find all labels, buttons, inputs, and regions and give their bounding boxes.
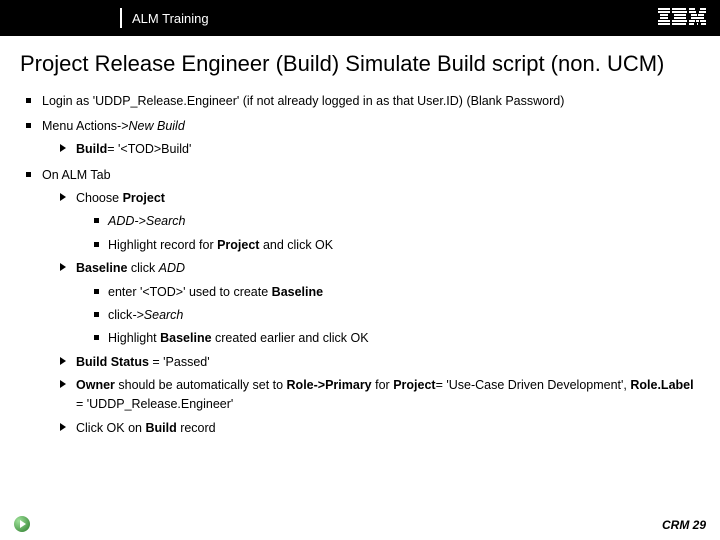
list-item: Build Status = 'Passed' <box>60 353 700 372</box>
text-bold: Baseline <box>76 261 127 275</box>
list-item: Choose Project ADD->Search Highlight rec… <box>60 189 700 255</box>
text-italic: New Build <box>129 119 185 133</box>
play-icon[interactable] <box>14 516 30 532</box>
text-italic: ->Search <box>132 308 183 322</box>
text: Highlight record for <box>108 238 217 252</box>
list-item: Menu Actions->New Build Build= '<TOD>Bui… <box>24 117 700 160</box>
list-item: Click OK on Build record <box>60 419 700 438</box>
text: = 'UDDP_Release.Engineer' <box>76 397 233 411</box>
text-bold: Project <box>123 191 165 205</box>
bullet-list: Login as 'UDDP_Release.Engineer' (if not… <box>20 92 700 439</box>
slide-title: Project Release Engineer (Build) Simulat… <box>20 50 700 78</box>
page-number: CRM 29 <box>662 518 706 532</box>
text-bold: Role.Label <box>630 378 693 392</box>
text: record <box>177 421 216 435</box>
header-left: ALM Training <box>0 0 209 36</box>
ibm-logo-icon <box>658 8 706 28</box>
list-item: click->Search <box>94 306 700 325</box>
header-bar: ALM Training <box>0 0 720 36</box>
list-item: Owner should be automatically set to Rol… <box>60 376 700 415</box>
list-item: enter '<TOD>' used to create Baseline <box>94 283 700 302</box>
list-item: Baseline click ADD enter '<TOD>' used to… <box>60 259 700 349</box>
text: = 'Passed' <box>149 355 210 369</box>
text-bold: Build <box>145 421 176 435</box>
text: On ALM Tab <box>42 168 111 182</box>
text: Highlight <box>108 331 160 345</box>
text-bold: Baseline <box>160 331 211 345</box>
text-bold: Build Status <box>76 355 149 369</box>
list-item: Highlight record for Project and click O… <box>94 236 700 255</box>
text: for <box>372 378 394 392</box>
text: Choose <box>76 191 123 205</box>
text-italic: ADD->Search <box>108 214 185 228</box>
text-bold: Role->Primary <box>287 378 372 392</box>
text: enter '<TOD>' used to create <box>108 285 272 299</box>
list-item: Login as 'UDDP_Release.Engineer' (if not… <box>24 92 700 111</box>
text: click <box>127 261 158 275</box>
text-bold: Baseline <box>272 285 323 299</box>
text-bold: Build <box>76 142 107 156</box>
slide-content: Project Release Engineer (Build) Simulat… <box>0 36 720 438</box>
text: Login as 'UDDP_Release.Engineer' (if not… <box>42 94 564 108</box>
list-item: Build= '<TOD>Build' <box>60 140 700 159</box>
header-title: ALM Training <box>132 11 209 26</box>
text: = '<TOD>Build' <box>107 142 191 156</box>
list-item: ADD->Search <box>94 212 700 231</box>
text: should be automatically set to <box>115 378 287 392</box>
text: Click OK on <box>76 421 145 435</box>
header-divider <box>120 8 122 28</box>
text-italic: ADD <box>159 261 185 275</box>
text: created earlier and click OK <box>212 331 369 345</box>
text-bold: Owner <box>76 378 115 392</box>
list-item: On ALM Tab Choose Project ADD->Search Hi… <box>24 166 700 439</box>
text-bold: Project <box>393 378 435 392</box>
text: and click OK <box>259 238 333 252</box>
footer: CRM 29 <box>0 512 720 532</box>
text: = 'Use-Case Driven Development', <box>436 378 631 392</box>
text-bold: Project <box>217 238 259 252</box>
text: Menu Actions-> <box>42 119 129 133</box>
text: click <box>108 308 132 322</box>
list-item: Highlight Baseline created earlier and c… <box>94 329 700 348</box>
